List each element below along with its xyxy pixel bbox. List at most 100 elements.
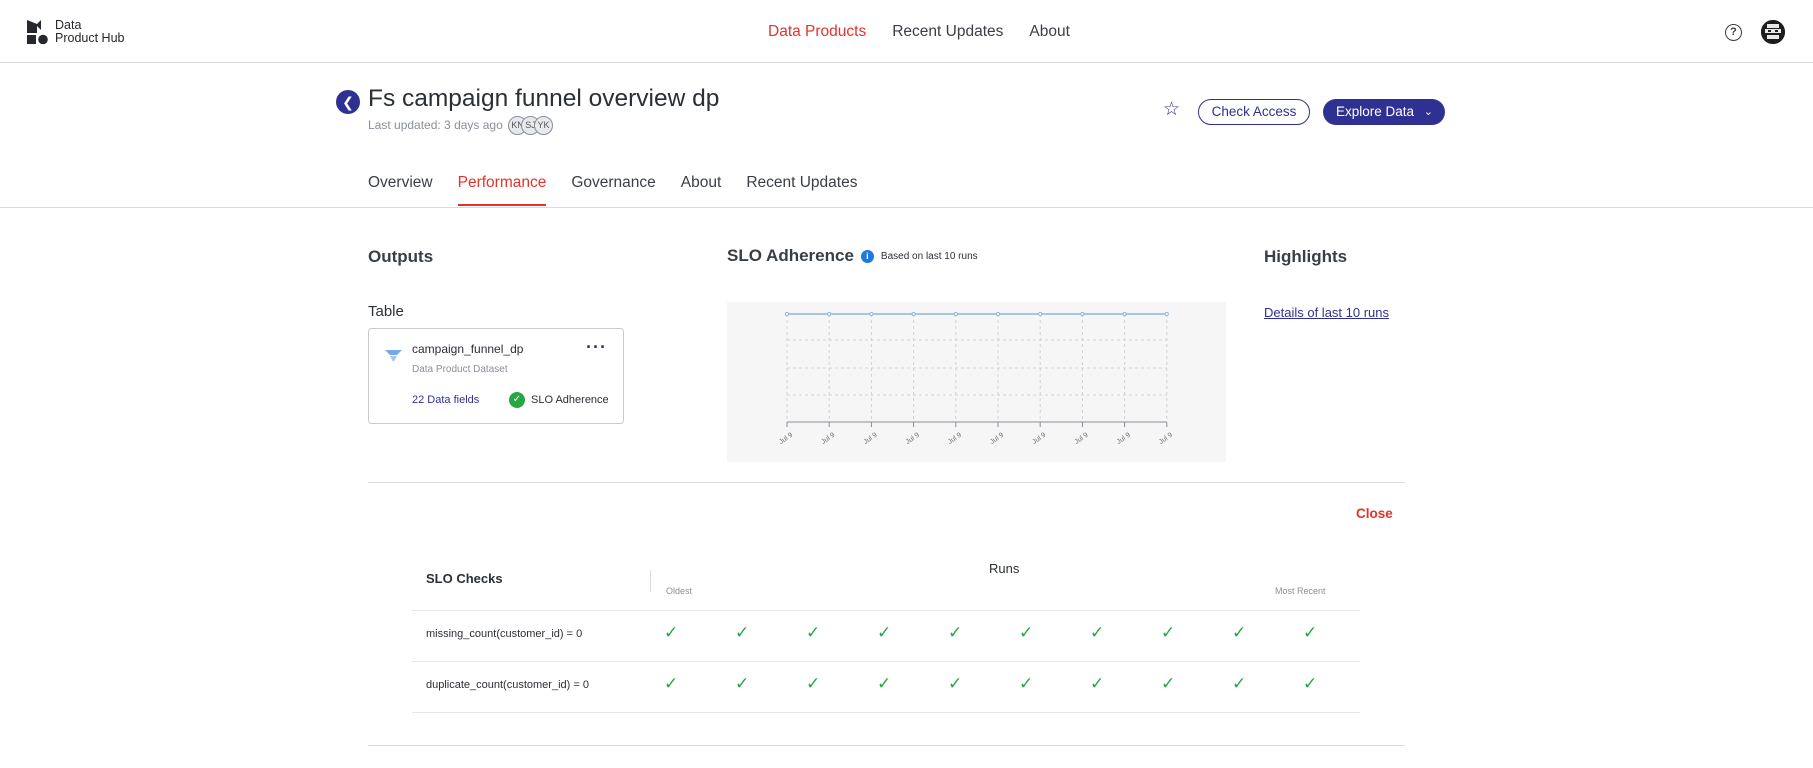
run-pass-check-icon[interactable]: ✓ bbox=[735, 674, 749, 694]
run-pass-check-icon[interactable]: ✓ bbox=[1303, 674, 1317, 694]
tab-governance[interactable]: Governance bbox=[571, 174, 655, 206]
chart-data-point bbox=[1122, 311, 1127, 317]
chart-x-tick-label: Jul 9 bbox=[862, 432, 878, 446]
user-avatar[interactable] bbox=[1761, 20, 1785, 44]
run-pass-check-icon[interactable]: ✓ bbox=[664, 674, 678, 694]
top-navigation-bar: Data Product Hub Data Products Recent Up… bbox=[0, 0, 1813, 63]
info-icon[interactable]: i bbox=[860, 249, 874, 263]
chart-x-tick-label: Jul 9 bbox=[1073, 432, 1089, 446]
slo-adherence-status: ✓ SLO Adherence bbox=[509, 392, 609, 408]
explore-data-label: Explore Data bbox=[1336, 104, 1415, 119]
chart-data-point bbox=[869, 311, 874, 317]
runs-header: Runs bbox=[989, 561, 1020, 576]
logo-text-line2: Product Hub bbox=[55, 31, 125, 45]
slo-check-name: missing_count(customer_id) = 0 bbox=[426, 628, 583, 640]
chart-x-tick-label: Jul 9 bbox=[1116, 432, 1132, 446]
chart-x-tick-label: Jul 9 bbox=[778, 432, 794, 446]
close-button[interactable]: Close bbox=[1356, 506, 1393, 521]
header-separator bbox=[650, 570, 651, 592]
slo-checks-header: SLO Checks bbox=[426, 571, 503, 586]
run-pass-check-icon[interactable]: ✓ bbox=[1019, 674, 1033, 694]
section-divider bbox=[368, 482, 1405, 483]
help-icon[interactable]: ? bbox=[1725, 24, 1742, 41]
details-last-runs-link[interactable]: Details of last 10 runs bbox=[1264, 305, 1389, 320]
nav-recent-updates[interactable]: Recent Updates bbox=[892, 23, 1003, 41]
chart-x-tick-label: Jul 9 bbox=[1031, 432, 1047, 446]
run-pass-check-icon[interactable]: ✓ bbox=[664, 623, 678, 643]
slo-adherence-heading: SLO Adherence bbox=[727, 246, 854, 265]
chart-x-tick-label: Jul 9 bbox=[947, 432, 963, 446]
tab-overview[interactable]: Overview bbox=[368, 174, 433, 206]
chart-data-point bbox=[1038, 311, 1043, 317]
tab-performance[interactable]: Performance bbox=[457, 174, 547, 206]
nav-about[interactable]: About bbox=[1029, 23, 1070, 41]
run-pass-check-icon[interactable]: ✓ bbox=[1161, 674, 1175, 694]
tabs-divider bbox=[0, 207, 1813, 208]
table-row: missing_count(customer_id) = 0 ✓ ✓ ✓ ✓ ✓ ✓ ✓ ✓ ✓… bbox=[412, 610, 1360, 660]
run-pass-check-icon[interactable]: ✓ bbox=[948, 623, 962, 643]
funnel-icon bbox=[385, 347, 402, 368]
chart-data-point bbox=[995, 311, 1001, 317]
most-recent-label: Most Recent bbox=[1275, 586, 1326, 596]
run-pass-check-icon[interactable]: ✓ bbox=[948, 674, 962, 694]
chart-data-point bbox=[1080, 311, 1085, 317]
explore-data-button[interactable]: Explore Data ⌄ bbox=[1323, 99, 1445, 125]
chart-x-tick-label: Jul 9 bbox=[820, 432, 836, 446]
oldest-label: Oldest bbox=[666, 586, 693, 596]
run-pass-check-icon[interactable]: ✓ bbox=[877, 623, 891, 643]
table-label: Table bbox=[368, 303, 404, 320]
star-icon[interactable]: ☆ bbox=[1163, 100, 1180, 119]
owner-avatar[interactable]: YK bbox=[534, 116, 553, 135]
chart-data-point bbox=[911, 311, 916, 317]
table-row: duplicate_count(customer_id) = 0 ✓ ✓ ✓ ✓ ✓ ✓ ✓… bbox=[412, 661, 1360, 711]
check-access-button[interactable]: Check Access bbox=[1198, 99, 1310, 125]
chart-data-point bbox=[827, 311, 832, 317]
data-product-hub-logo-icon bbox=[27, 20, 48, 44]
run-pass-check-icon[interactable]: ✓ bbox=[735, 623, 749, 643]
dataset-name[interactable]: campaign_funnel_dp bbox=[412, 342, 523, 356]
run-pass-check-icon[interactable]: ✓ bbox=[1232, 623, 1246, 643]
chart-x-tick-label: Jul 9 bbox=[989, 432, 1005, 446]
tab-recent-updates[interactable]: Recent Updates bbox=[746, 174, 857, 206]
run-pass-check-icon[interactable]: ✓ bbox=[1090, 674, 1104, 694]
chart-x-tick-label: Jul 9 bbox=[1158, 432, 1174, 446]
dataset-type: Data Product Dataset bbox=[412, 364, 508, 375]
run-pass-check-icon[interactable]: ✓ bbox=[877, 674, 891, 694]
last-updated-text: Last updated: 3 days ago bbox=[368, 118, 503, 132]
slo-adherence-label: SLO Adherence bbox=[531, 394, 609, 406]
logo-text: Data Product Hub bbox=[55, 19, 124, 45]
run-pass-check-icon[interactable]: ✓ bbox=[806, 674, 820, 694]
owner-avatars: KN SJ YK bbox=[508, 116, 553, 135]
highlights-heading: Highlights bbox=[1264, 247, 1348, 266]
slo-adherence-chart: Jul 9 Jul 9 Jul 9 Jul 9 Jul 9 Jul 9 Jul 9 Jul 9… bbox=[727, 302, 1226, 462]
back-button[interactable]: ❮ bbox=[336, 90, 360, 114]
run-pass-check-icon[interactable]: ✓ bbox=[806, 623, 820, 643]
tab-bar: Overview Performance Governance About Re… bbox=[368, 174, 857, 206]
chart-data-point bbox=[1164, 311, 1169, 317]
section-divider bbox=[368, 745, 1405, 746]
more-options-icon[interactable]: ··· bbox=[586, 337, 607, 358]
run-pass-check-icon[interactable]: ✓ bbox=[1232, 674, 1246, 694]
slo-adherence-note: Based on last 10 runs bbox=[880, 250, 978, 262]
nav-data-products[interactable]: Data Products bbox=[768, 23, 866, 41]
run-pass-check-icon[interactable]: ✓ bbox=[1019, 623, 1033, 643]
table-bottom-border bbox=[412, 712, 1360, 713]
user-avatar-icon bbox=[1761, 20, 1785, 44]
slo-adherence-chart-svg: Jul 9 Jul 9 Jul 9 Jul 9 Jul 9 Jul 9 Jul 9 Jul 9… bbox=[778, 311, 1174, 446]
logo[interactable]: Data Product Hub bbox=[27, 19, 124, 45]
chart-data-point bbox=[953, 311, 958, 317]
top-nav-links: Data Products Recent Updates About bbox=[768, 23, 1070, 41]
slo-adherence-header: SLO Adherence i Based on last 10 runs bbox=[727, 246, 978, 266]
slo-check-name: duplicate_count(customer_id) = 0 bbox=[426, 679, 589, 691]
check-circle-icon: ✓ bbox=[509, 392, 525, 408]
data-fields-link[interactable]: 22 Data fields bbox=[412, 394, 479, 406]
chart-data-point bbox=[784, 311, 790, 317]
chevron-down-icon: ⌄ bbox=[1423, 106, 1433, 118]
tab-about[interactable]: About bbox=[681, 174, 722, 206]
run-pass-check-icon[interactable]: ✓ bbox=[1090, 623, 1104, 643]
output-dataset-card[interactable]: campaign_funnel_dp Data Product Dataset … bbox=[368, 328, 624, 424]
run-pass-check-icon[interactable]: ✓ bbox=[1303, 623, 1317, 643]
run-pass-check-icon[interactable]: ✓ bbox=[1161, 623, 1175, 643]
outputs-heading: Outputs bbox=[368, 247, 434, 266]
chart-x-tick-label: Jul 9 bbox=[905, 432, 921, 446]
